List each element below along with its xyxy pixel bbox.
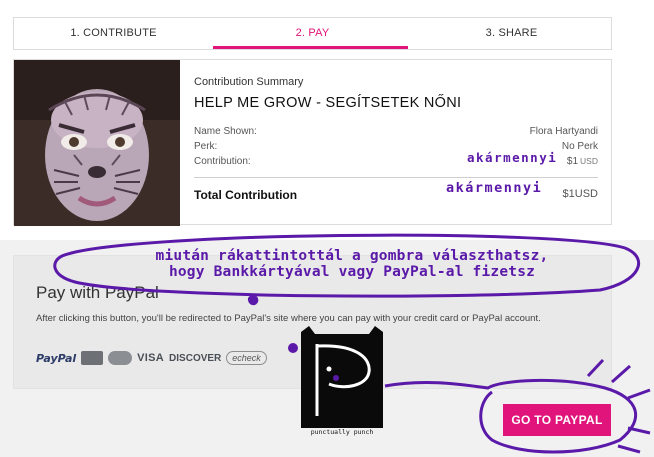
instruction-annotation: miután rákattintottál a gombra választha… — [82, 248, 622, 280]
step-contribute[interactable]: 1. CONTRIBUTE — [14, 18, 213, 49]
step-pay[interactable]: 2. PAY — [213, 18, 412, 49]
name-shown-value: Flora Hartyandi — [529, 126, 598, 137]
echeck-logo: echeck — [226, 351, 267, 365]
instruction-line-1: miután rákattintottál a gombra választha… — [155, 248, 549, 264]
contribution-summary-card: Contribution Summary HELP ME GROW - SEGÍ… — [13, 59, 612, 226]
name-shown-row: Name Shown: Flora Hartyandi — [194, 124, 598, 139]
total-value: $1 — [562, 188, 575, 200]
paypal-title: Pay with PayPal — [36, 283, 159, 302]
summary-heading: Contribution Summary — [194, 76, 304, 88]
amex-icon — [81, 351, 104, 365]
sticker-caption: punctually punch — [310, 428, 374, 436]
campaign-photo — [14, 60, 180, 226]
perk-value: No Perk — [561, 141, 598, 152]
summary-divider — [194, 177, 598, 178]
campaign-title: HELP ME GROW - SEGÍTSETEK NŐNI — [194, 95, 462, 111]
discover-logo: DISCOVER — [169, 352, 222, 364]
contribution-currency: USD — [580, 156, 598, 166]
punctually-punch-sticker: punctually punch — [299, 324, 385, 440]
amount-annotation-1: akármennyi — [467, 150, 558, 165]
contribution-value: $1 — [566, 156, 579, 167]
total-amount: $1USD — [563, 188, 598, 202]
checkout-steps: 1. CONTRIBUTE 2. PAY 3. SHARE — [13, 17, 612, 50]
visa-logo: VISA — [137, 352, 165, 364]
contribution-amount: $1 USD — [567, 154, 598, 169]
total-label: Total Contribution — [194, 188, 298, 202]
paypal-logo: PayPal — [36, 351, 77, 365]
step-share[interactable]: 3. SHARE — [412, 18, 611, 49]
go-to-paypal-button[interactable]: GO TO PAYPAL — [503, 404, 611, 436]
name-shown-label: Name Shown: — [194, 126, 257, 137]
mastercard-icon — [108, 351, 133, 365]
instruction-line-2: hogy Bankkártyával vagy PayPal-al fizets… — [168, 264, 536, 280]
amount-annotation-2: akármennyi — [446, 180, 543, 196]
contribution-label: Contribution: — [194, 156, 251, 167]
total-currency: USD — [574, 188, 598, 200]
perk-label: Perk: — [194, 141, 218, 152]
payment-logos: PayPal VISA DISCOVER echeck — [36, 351, 267, 365]
